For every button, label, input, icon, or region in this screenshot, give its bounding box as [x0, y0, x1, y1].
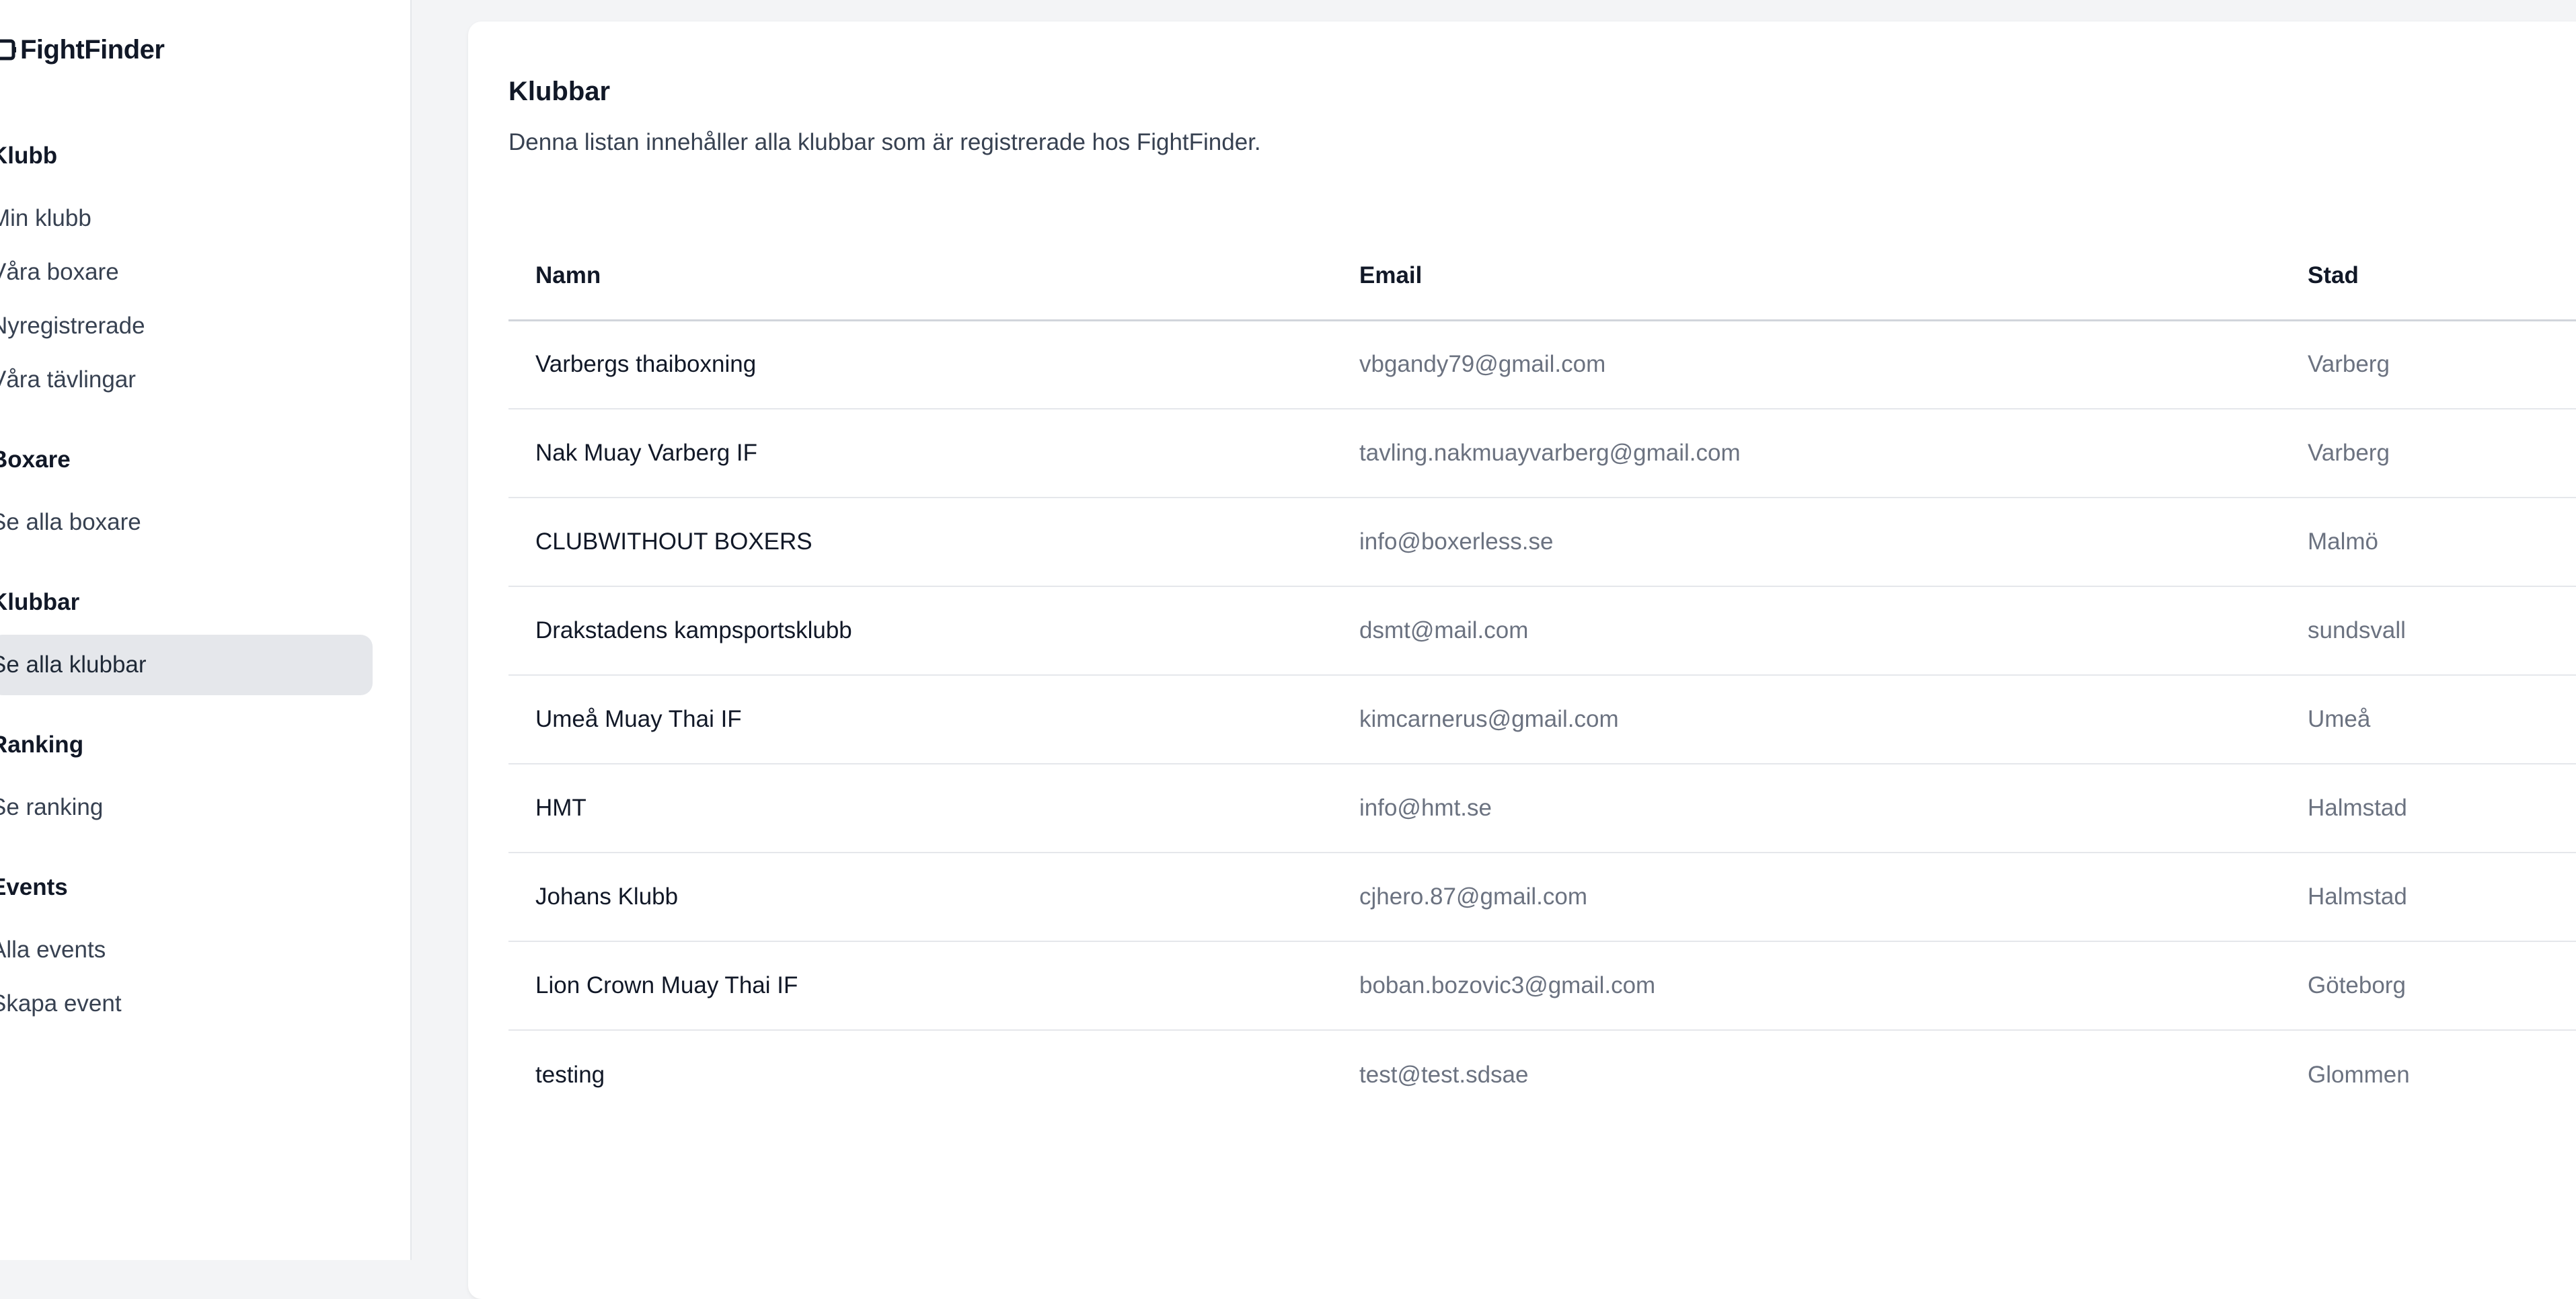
table-row[interactable]: Umeå Muay Thai IF kimcarnerus@gmail.com …	[508, 675, 2576, 764]
column-header-email: Email	[1332, 233, 2281, 321]
club-name: Lion Crown Muay Thai IF	[508, 941, 1332, 1031]
club-name: Drakstadens kampsportsklubb	[508, 586, 1332, 676]
nav-group-klubbar: Klubbar Se alla klubbar	[0, 588, 374, 695]
nav-group-ranking: Ranking Se ranking	[0, 730, 374, 838]
club-email: cjhero.87@gmail.com	[1332, 853, 2281, 942]
sidebar-item-vara-boxare[interactable]: Våra boxare	[0, 242, 374, 303]
club-city: Varberg	[2281, 320, 2576, 409]
page-title: Klubbar	[508, 77, 611, 106]
sidebar-item-se-alla-klubbar[interactable]: Se alla klubbar	[0, 635, 373, 695]
club-city: Varberg	[2281, 409, 2576, 498]
sidebar-item-min-klubb[interactable]: Min klubb	[0, 188, 374, 249]
club-email: info@boxerless.se	[1332, 498, 2281, 587]
column-header-stad: Stad	[2281, 233, 2576, 321]
table-row[interactable]: Johans Klubb cjhero.87@gmail.com Halmsta…	[508, 853, 2576, 942]
club-city: Halmstad	[2281, 853, 2576, 942]
sidebar-item-se-alla-boxare[interactable]: Se alla boxare	[0, 492, 374, 553]
table-row[interactable]: HMT info@hmt.se Halmstad	[508, 764, 2576, 853]
club-name: Johans Klubb	[508, 853, 1332, 942]
clubs-card: Klubbar Denna listan innehåller alla klu…	[468, 22, 2576, 1299]
club-city: sundsvall	[2281, 586, 2576, 676]
column-header-namn: Namn	[508, 233, 1332, 321]
nav-group-title: Boxare	[0, 446, 71, 473]
nav-group-title: Ranking	[0, 732, 84, 758]
sidebar-item-vara-tavlingar[interactable]: Våra tävlingar	[0, 350, 374, 410]
sidebar-item-alla-events[interactable]: Alla events	[0, 920, 374, 980]
club-name: Varbergs thaiboxning	[508, 320, 1332, 409]
club-email: kimcarnerus@gmail.com	[1332, 675, 2281, 764]
clubs-table: Namn Email Stad Varbergs thaiboxning vbg…	[508, 233, 2576, 1119]
table-row[interactable]: testing test@test.sdsae Glommen	[508, 1030, 2576, 1119]
nav-group-klubb: Klubb Min klubb Våra boxare Nyregistrera…	[0, 141, 374, 410]
app-logo[interactable]: FightFinder	[0, 32, 165, 67]
sidebar-item-skapa-event[interactable]: Skapa event	[0, 974, 374, 1034]
table-row[interactable]: Drakstadens kampsportsklubb dsmt@mail.co…	[508, 586, 2576, 676]
nav-group-title: Klubbar	[0, 589, 80, 615]
table-row[interactable]: Nak Muay Varberg IF tavling.nakmuayvarbe…	[508, 409, 2576, 498]
club-name: HMT	[508, 764, 1332, 853]
club-email: info@hmt.se	[1332, 764, 2281, 853]
table-row[interactable]: Lion Crown Muay Thai IF boban.bozovic3@g…	[508, 941, 2576, 1031]
club-city: Göteborg	[2281, 941, 2576, 1031]
club-email: dsmt@mail.com	[1332, 586, 2281, 676]
club-name: CLUBWITHOUT BOXERS	[508, 498, 1332, 587]
club-name: Nak Muay Varberg IF	[508, 409, 1332, 498]
nav-group-title: Events	[0, 874, 68, 900]
sidebar: FightFinder Klubb Min klubb Våra boxare …	[0, 0, 412, 1260]
page-description: Denna listan innehåller alla klubbar som…	[508, 129, 1261, 155]
club-city: Halmstad	[2281, 764, 2576, 853]
nav-group-events: Events Alla events Skapa event	[0, 873, 374, 1034]
club-email: vbgandy79@gmail.com	[1332, 320, 2281, 409]
sidebar-nav: Klubb Min klubb Våra boxare Nyregistrera…	[0, 141, 374, 1069]
sidebar-item-se-ranking[interactable]: Se ranking	[0, 777, 374, 838]
club-name: testing	[535, 1061, 605, 1088]
table-header-row: Namn Email Stad	[508, 233, 2576, 321]
nav-group-title: Klubb	[0, 143, 58, 169]
nav-group-boxare: Boxare Se alla boxare	[0, 445, 374, 553]
table-row[interactable]: Varbergs thaiboxning vbgandy79@gmail.com…	[508, 320, 2576, 409]
club-city: Malmö	[2281, 498, 2576, 587]
club-email: test@test.sdsae	[1359, 1061, 1529, 1088]
club-name: Umeå Muay Thai IF	[508, 675, 1332, 764]
club-city: Umeå	[2281, 675, 2576, 764]
app-name: FightFinder	[20, 34, 165, 65]
club-email: tavling.nakmuayvarberg@gmail.com	[1332, 409, 2281, 498]
sidebar-item-nyregistrerade[interactable]: Nyregistrerade	[0, 296, 374, 356]
club-email: boban.bozovic3@gmail.com	[1332, 941, 2281, 1031]
club-city: Glommen	[2308, 1061, 2410, 1088]
logo-icon	[0, 39, 16, 61]
table-row[interactable]: CLUBWITHOUT BOXERS info@boxerless.se Mal…	[508, 498, 2576, 587]
